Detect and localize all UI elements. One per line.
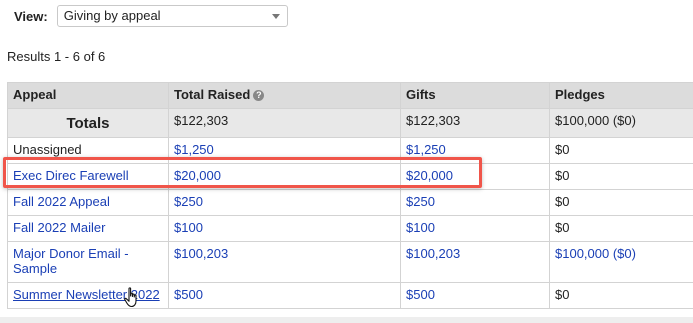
totals-label: Totals <box>7 108 169 138</box>
totals-gifts: $122,303 <box>400 108 550 138</box>
view-selector-row: View: Giving by appeal <box>14 4 288 28</box>
table-row: Fall 2022 Appeal $250 $250 $0 <box>7 189 693 216</box>
column-header-pledges[interactable]: Pledges <box>549 82 693 109</box>
table-header-row: Appeal Total Raised? Gifts Pledges <box>7 82 693 109</box>
gifts-link[interactable]: $250 <box>400 189 550 216</box>
appeal-link[interactable]: Summer Newsletter 2022 <box>7 282 169 309</box>
pledges-value: $0 <box>549 282 693 309</box>
table-row: Major Donor Email - Sample $100,203 $100… <box>7 241 693 283</box>
appeal-name: Unassigned <box>7 137 169 164</box>
total-raised-link[interactable]: $1,250 <box>168 137 401 164</box>
totals-pledges: $100,000 ($0) <box>549 108 693 138</box>
table-row: Exec Direc Farewell $20,000 $20,000 $0 <box>7 163 693 190</box>
scrollbar-track[interactable] <box>0 317 693 323</box>
appeal-link[interactable]: Fall 2022 Appeal <box>7 189 169 216</box>
appeals-table: Appeal Total Raised? Gifts Pledges Total… <box>7 82 693 309</box>
pledges-value: $0 <box>549 163 693 190</box>
appeal-link[interactable]: Major Donor Email - Sample <box>7 241 169 283</box>
table-row: Unassigned $1,250 $1,250 $0 <box>7 137 693 164</box>
appeal-link[interactable]: Exec Direc Farewell <box>7 163 169 190</box>
column-header-gifts[interactable]: Gifts <box>400 82 550 109</box>
total-raised-link[interactable]: $100 <box>168 215 401 242</box>
pledges-value: $0 <box>549 137 693 164</box>
gifts-link[interactable]: $20,000 <box>400 163 550 190</box>
gifts-link[interactable]: $100,203 <box>400 241 550 283</box>
pledges-link[interactable]: $100,000 ($0) <box>549 241 693 283</box>
table-row: Fall 2022 Mailer $100 $100 $0 <box>7 215 693 242</box>
gifts-link[interactable]: $500 <box>400 282 550 309</box>
view-label: View: <box>14 8 48 24</box>
gifts-link[interactable]: $1,250 <box>400 137 550 164</box>
total-raised-link[interactable]: $500 <box>168 282 401 309</box>
pledges-value: $0 <box>549 189 693 216</box>
question-circle-icon[interactable]: ? <box>253 90 265 102</box>
chevron-down-icon <box>271 14 280 19</box>
view-dropdown[interactable]: Giving by appeal <box>56 5 288 27</box>
table-row: Summer Newsletter 2022 $500 $500 $0 <box>7 282 693 309</box>
results-count: Results 1 - 6 of 6 <box>7 49 106 64</box>
view-dropdown-value: Giving by appeal <box>63 8 161 23</box>
appeal-link[interactable]: Fall 2022 Mailer <box>7 215 169 242</box>
totals-row: Totals $122,303 $122,303 $100,000 ($0) <box>7 108 693 138</box>
column-header-total-raised[interactable]: Total Raised? <box>168 82 401 109</box>
gifts-link[interactable]: $100 <box>400 215 550 242</box>
total-raised-link[interactable]: $100,203 <box>168 241 401 283</box>
column-header-appeal[interactable]: Appeal <box>7 82 169 109</box>
total-raised-link[interactable]: $20,000 <box>168 163 401 190</box>
totals-total-raised: $122,303 <box>168 108 401 138</box>
pledges-value: $0 <box>549 215 693 242</box>
total-raised-link[interactable]: $250 <box>168 189 401 216</box>
